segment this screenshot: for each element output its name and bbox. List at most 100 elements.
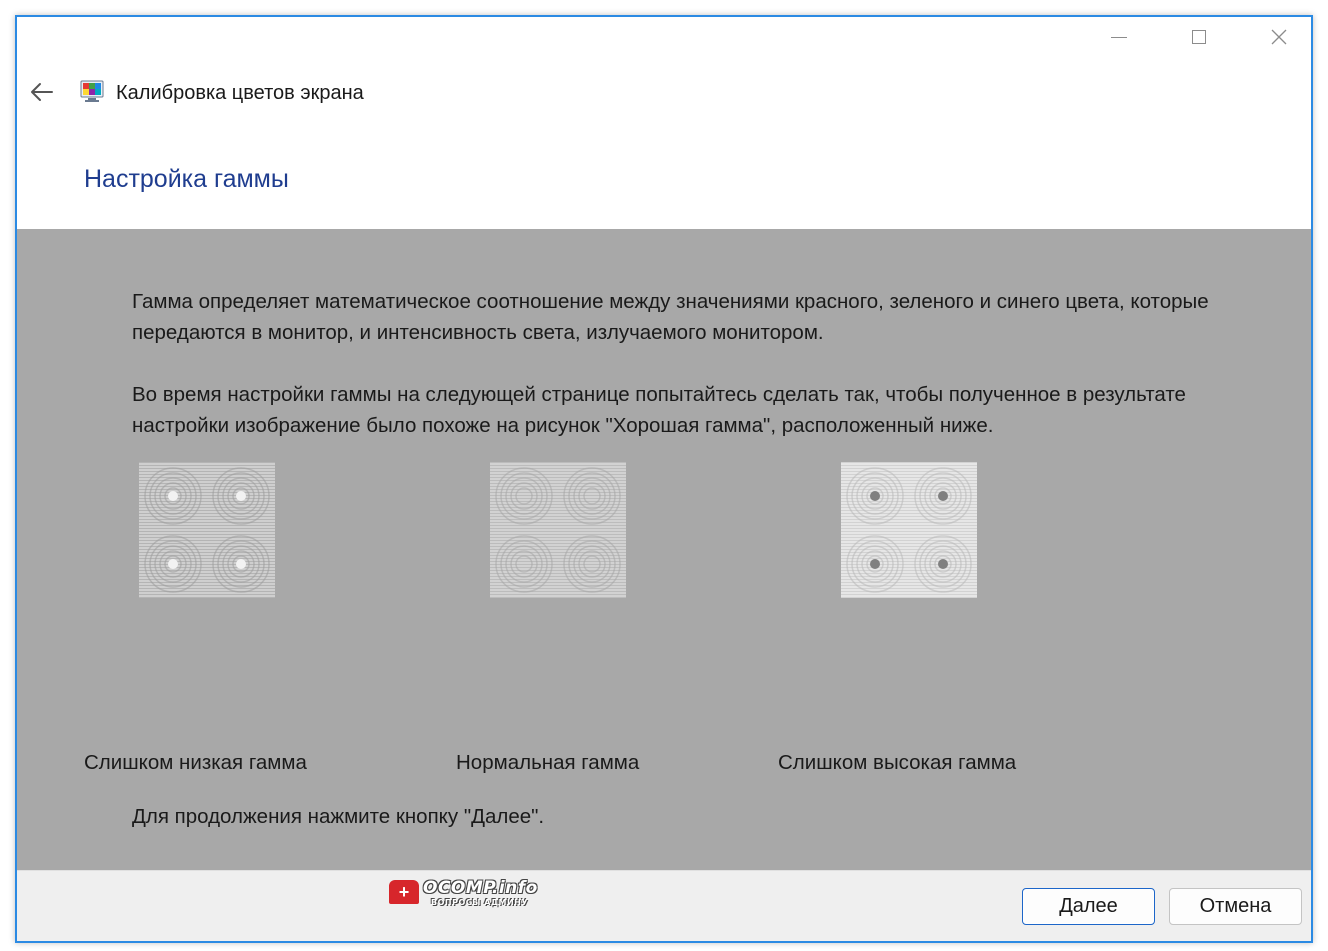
pattern-stripe [139, 465, 275, 466]
pattern-stripe [841, 534, 977, 535]
pattern-dot [168, 491, 178, 501]
pattern-stripe [490, 558, 626, 559]
pattern-stripe [490, 597, 626, 598]
gamma-sample-normal [490, 462, 626, 598]
pattern-dot [938, 491, 948, 501]
gamma-pattern [841, 462, 977, 598]
gamma-pattern [139, 462, 275, 598]
footer-bar: + OCOMP.info ВОПРОСЫ АДМИНУ Далее Отмена [17, 870, 1311, 941]
pattern-stripe [490, 579, 626, 580]
pattern-stripe [139, 558, 275, 559]
next-button[interactable]: Далее [1022, 888, 1155, 925]
pattern-dot [236, 559, 246, 569]
display-color-calibration-icon [80, 80, 104, 102]
pattern-stripe [139, 510, 275, 511]
pattern-stripe [490, 537, 626, 538]
ocomp-watermark: + OCOMP.info ВОПРОСЫ АДМИНУ [389, 876, 539, 912]
pattern-stripe [490, 591, 626, 592]
pattern-stripe [490, 573, 626, 574]
pattern-stripe [490, 510, 626, 511]
maximize-button[interactable] [1159, 17, 1239, 57]
pattern-stripe [139, 561, 275, 562]
navigation-row: Калибровка цветов экрана [17, 75, 717, 111]
pattern-stripe [841, 561, 977, 562]
pattern-stripe [139, 531, 275, 532]
pattern-stripe [490, 549, 626, 550]
pattern-stripe [139, 486, 275, 487]
pattern-stripe [490, 531, 626, 532]
caption-too-high: Слишком высокая гамма [778, 751, 1017, 774]
pattern-stripe [139, 528, 275, 529]
pattern-stripe [139, 591, 275, 592]
pattern-stripe [841, 468, 977, 469]
gamma-sample-too-low [139, 462, 275, 598]
pattern-stripe [841, 504, 977, 505]
pattern-stripe [841, 573, 977, 574]
pattern-stripe [841, 594, 977, 595]
pattern-stripe [490, 528, 626, 529]
pattern-stripe [139, 474, 275, 475]
pattern-stripe [139, 594, 275, 595]
pattern-stripe [490, 498, 626, 499]
pattern-stripe [490, 534, 626, 535]
pattern-stripe [139, 597, 275, 598]
pattern-stripe [841, 570, 977, 571]
pattern-stripe [490, 522, 626, 523]
close-icon [1271, 29, 1287, 45]
cancel-button[interactable]: Отмена [1169, 888, 1302, 925]
pattern-stripe [841, 525, 977, 526]
pattern-stripe [490, 555, 626, 556]
caption-too-low: Слишком низкая гамма [84, 751, 307, 774]
pattern-stripe [139, 567, 275, 568]
pattern-stripe [139, 480, 275, 481]
caption-normal: Нормальная гамма [456, 751, 640, 774]
gamma-description: Гамма определяет математическое соотноше… [132, 290, 1209, 344]
pattern-stripe [139, 522, 275, 523]
pattern-stripe [841, 522, 977, 523]
pattern-stripe [841, 555, 977, 556]
app-title: Калибровка цветов экрана [116, 82, 364, 104]
pattern-stripe [841, 597, 977, 598]
pattern-stripe [490, 486, 626, 487]
pattern-stripe [490, 462, 626, 463]
pattern-stripe [139, 489, 275, 490]
pattern-stripe [490, 501, 626, 502]
pattern-stripe [841, 528, 977, 529]
pattern-stripe [490, 516, 626, 517]
back-arrow-icon [31, 83, 53, 101]
pattern-stripe [841, 474, 977, 475]
pattern-stripe [841, 558, 977, 559]
pattern-stripe [139, 537, 275, 538]
pattern-stripe [841, 579, 977, 580]
pattern-stripe [841, 489, 977, 490]
gamma-instructions: Во время настройки гаммы на следующей ст… [132, 383, 1186, 437]
close-button[interactable] [1239, 17, 1311, 57]
pattern-stripe [841, 567, 977, 568]
minimize-button[interactable] [1079, 17, 1159, 57]
pattern-stripe [841, 462, 977, 463]
minimize-icon [1111, 36, 1127, 38]
pattern-stripe [841, 510, 977, 511]
pattern-stripe [139, 570, 275, 571]
pattern-stripe [490, 474, 626, 475]
pattern-stripe [841, 465, 977, 466]
pattern-stripe [490, 570, 626, 571]
pattern-stripe [490, 594, 626, 595]
pattern-stripe [841, 591, 977, 592]
pattern-stripe [139, 549, 275, 550]
pattern-stripe [490, 480, 626, 481]
pattern-stripe [841, 498, 977, 499]
pattern-stripe [841, 516, 977, 517]
content-area: Гамма определяет математическое соотноше… [17, 229, 1311, 870]
pattern-dot [168, 559, 178, 569]
page-title: Настройка гаммы [84, 165, 289, 193]
pattern-stripe [490, 585, 626, 586]
pattern-stripe [139, 585, 275, 586]
back-button[interactable] [27, 77, 57, 107]
pattern-stripe [139, 504, 275, 505]
pattern-stripe [139, 501, 275, 502]
pattern-stripe [841, 492, 977, 493]
pattern-dot [236, 491, 246, 501]
pattern-stripe [139, 525, 275, 526]
pattern-dot [870, 491, 880, 501]
